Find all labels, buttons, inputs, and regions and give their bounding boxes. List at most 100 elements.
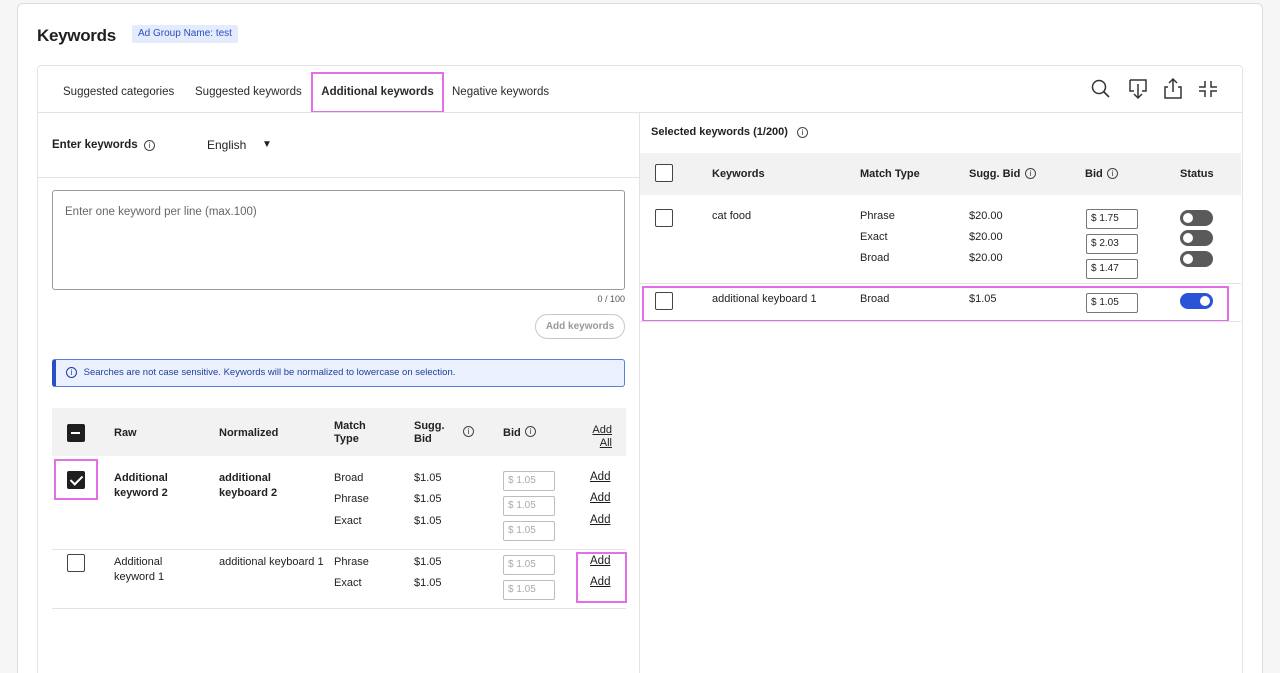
tab-suggested-categories[interactable]: Suggested categories <box>63 72 174 112</box>
add-link[interactable]: Add <box>590 555 610 567</box>
status-toggle[interactable] <box>1180 230 1213 246</box>
col-status: Status <box>1180 168 1214 180</box>
bid-value: 1.05 <box>1099 297 1119 308</box>
match-type: Exact <box>860 231 888 243</box>
row-checkbox[interactable] <box>655 292 673 310</box>
bid-value: 2.03 <box>1099 238 1119 249</box>
select-all-checkbox[interactable] <box>67 424 85 442</box>
select-all-checkbox[interactable] <box>655 164 673 182</box>
info-icon[interactable]: i <box>1025 168 1036 179</box>
match-type: Exact <box>334 515 362 527</box>
tab-additional-keywords[interactable]: Additional keywords <box>311 72 444 113</box>
match-type: Broad <box>860 252 890 264</box>
tab-negative-keywords[interactable]: Negative keywords <box>452 72 549 112</box>
bid-value: 1.05 <box>516 475 536 486</box>
col-bid: Bid <box>503 427 521 439</box>
currency-symbol: $ <box>508 525 514 536</box>
row-checkbox[interactable] <box>655 209 673 227</box>
collapse-icon[interactable] <box>1195 76 1221 102</box>
bid-input[interactable]: $ 1.05 <box>503 555 555 575</box>
info-icon[interactable]: i <box>1107 168 1118 179</box>
raw-keyword: Additional keyword 1 <box>114 556 165 583</box>
search-icon[interactable] <box>1088 76 1114 102</box>
info-icon[interactable]: i <box>144 140 155 151</box>
add-link[interactable]: Add <box>590 492 610 504</box>
bid-value: 1.05 <box>516 584 536 595</box>
sugg-bid: $1.05 <box>969 293 997 305</box>
match-type: Exact <box>334 577 362 589</box>
col-keywords: Keywords <box>712 168 765 180</box>
selected-keywords-title: Selected keywords (1/200) <box>651 126 788 138</box>
selected-keyword: cat food <box>712 210 752 222</box>
bid-value: 1.05 <box>516 559 536 570</box>
bid-input[interactable]: $ 1.47 <box>1086 259 1138 279</box>
status-toggle[interactable] <box>1180 293 1213 309</box>
upload-icon[interactable] <box>1160 76 1186 102</box>
col-match-type: Match Type <box>860 168 920 180</box>
normalized-keyword: additional keyboard 1 <box>219 556 324 568</box>
entry-divider <box>38 177 639 178</box>
currency-symbol: $ <box>508 475 514 486</box>
col-sugg-bid: Sugg. Bid <box>969 168 1021 180</box>
match-type: Broad <box>334 472 364 484</box>
status-toggle[interactable] <box>1180 251 1213 267</box>
add-keywords-button[interactable]: Add keywords <box>535 314 625 339</box>
col-raw: Raw <box>114 427 137 439</box>
bid-input[interactable]: $ 1.05 <box>503 471 555 491</box>
enter-keywords-label: Enter keywords <box>52 139 138 151</box>
bid-input[interactable]: $ 2.03 <box>1086 234 1138 254</box>
col-sugg-bid: Sugg. Bid <box>414 420 445 445</box>
sugg-bid: $1.05 <box>414 472 442 484</box>
match-type: Broad <box>860 293 890 305</box>
sugg-bid: $20.00 <box>969 252 1003 264</box>
row-divider <box>640 321 1241 322</box>
bid-input[interactable]: $ 1.05 <box>503 496 555 516</box>
currency-symbol: $ <box>508 584 514 595</box>
raw-keyword: Additional keyword 2 <box>114 472 168 499</box>
info-icon[interactable]: i <box>797 127 808 138</box>
row-checkbox[interactable] <box>67 554 85 572</box>
currency-symbol: $ <box>1091 263 1097 274</box>
add-link[interactable]: Add <box>590 471 610 483</box>
currency-symbol: $ <box>1091 238 1097 249</box>
col-bid: Bid <box>1085 168 1103 180</box>
info-icon[interactable]: i <box>525 426 536 437</box>
chevron-down-icon[interactable]: ▼ <box>262 139 272 150</box>
currency-symbol: $ <box>508 559 514 570</box>
bid-value: 1.05 <box>516 500 536 511</box>
sugg-bid: $20.00 <box>969 231 1003 243</box>
char-count: 0 / 100 <box>597 294 625 304</box>
case-notice: i Searches are not case sensitive. Keywo… <box>52 359 625 387</box>
currency-symbol: $ <box>508 500 514 511</box>
bid-value: 1.05 <box>516 525 536 536</box>
status-toggle[interactable] <box>1180 210 1213 226</box>
add-link[interactable]: Add <box>590 576 610 588</box>
match-type: Phrase <box>334 556 369 568</box>
currency-symbol: $ <box>1091 213 1097 224</box>
bid-input[interactable]: $ 1.05 <box>1086 293 1138 313</box>
col-normalized: Normalized <box>219 427 279 439</box>
bid-input[interactable]: $ 1.05 <box>503 580 555 600</box>
row-divider <box>640 283 1241 284</box>
bid-value: 1.47 <box>1099 263 1119 274</box>
sugg-bid: $1.05 <box>414 556 442 568</box>
add-all-link[interactable]: Add All <box>590 424 612 450</box>
add-link[interactable]: Add <box>590 514 610 526</box>
row-divider <box>52 608 626 609</box>
language-select[interactable]: English <box>207 138 246 152</box>
sugg-bid: $1.05 <box>414 577 442 589</box>
bid-input[interactable]: $ 1.75 <box>1086 209 1138 229</box>
download-icon[interactable] <box>1125 76 1151 102</box>
match-type: Phrase <box>860 210 895 222</box>
row-checkbox[interactable] <box>67 471 85 489</box>
info-icon[interactable]: i <box>463 426 474 437</box>
normalized-keyword: additional keyboard 2 <box>219 472 278 499</box>
notice-text: Searches are not case sensitive. Keyword… <box>83 367 456 378</box>
bid-value: 1.75 <box>1099 213 1119 224</box>
bid-input[interactable]: $ 1.05 <box>503 521 555 541</box>
sugg-bid: $1.05 <box>414 515 442 527</box>
tab-suggested-keywords[interactable]: Suggested keywords <box>195 72 302 112</box>
keywords-textarea[interactable] <box>52 190 625 290</box>
currency-symbol: $ <box>1091 297 1097 308</box>
column-divider <box>639 113 640 673</box>
